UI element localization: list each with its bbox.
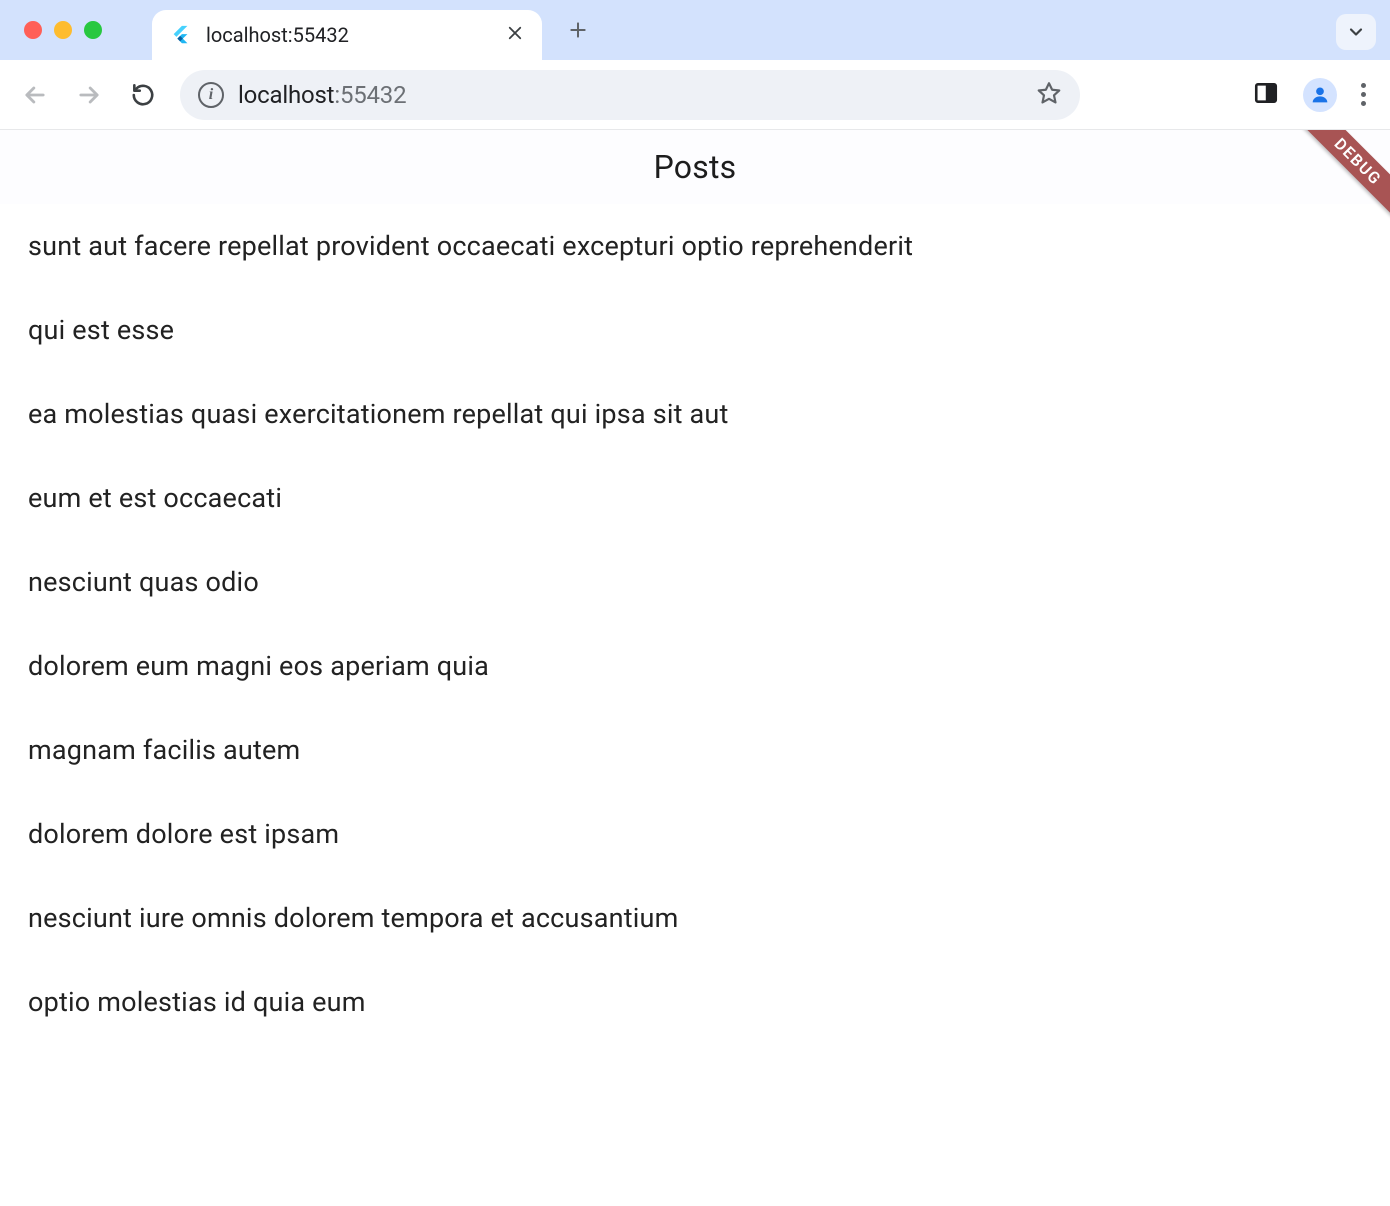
list-item[interactable]: ea molestias quasi exercitationem repell… (28, 372, 1362, 456)
window-controls (24, 21, 102, 39)
tab-strip: localhost:55432 (0, 0, 1390, 60)
chrome-menu-button[interactable] (1361, 83, 1366, 106)
browser-chrome: localhost:55432 i localhos (0, 0, 1390, 130)
omnibox[interactable]: i localhost:55432 (180, 70, 1080, 120)
app-bar: Posts (0, 130, 1390, 204)
list-item[interactable]: dolorem eum magni eos aperiam quia (28, 624, 1362, 708)
window-minimize-button[interactable] (54, 21, 72, 39)
flutter-favicon-icon (170, 24, 192, 46)
app-viewport: DEBUG Posts sunt aut facere repellat pro… (0, 130, 1390, 1206)
reload-button[interactable] (126, 78, 160, 112)
toolbar: i localhost:55432 (0, 60, 1390, 130)
bookmark-star-icon[interactable] (1036, 80, 1062, 110)
tab-close-button[interactable] (506, 23, 524, 48)
list-item[interactable]: sunt aut facere repellat provident occae… (28, 204, 1362, 288)
list-item[interactable]: dolorem dolore est ipsam (28, 792, 1362, 876)
list-item[interactable]: nesciunt iure omnis dolorem tempora et a… (28, 876, 1362, 960)
list-item[interactable]: eum et est occaecati (28, 456, 1362, 540)
post-list[interactable]: sunt aut facere repellat provident occae… (0, 204, 1390, 1044)
browser-tab[interactable]: localhost:55432 (152, 10, 542, 60)
tab-title: localhost:55432 (206, 23, 349, 47)
profile-avatar-icon[interactable] (1303, 78, 1337, 112)
window-close-button[interactable] (24, 21, 42, 39)
list-item[interactable]: optio molestias id quia eum (28, 960, 1362, 1044)
list-item[interactable]: nesciunt quas odio (28, 540, 1362, 624)
list-item[interactable]: magnam facilis autem (28, 708, 1362, 792)
toolbar-right (1253, 78, 1366, 112)
tabs-overflow-button[interactable] (1336, 14, 1376, 50)
omnibox-url: localhost:55432 (238, 81, 406, 109)
window-maximize-button[interactable] (84, 21, 102, 39)
omnibox-port: :55432 (334, 81, 406, 109)
page-title: Posts (654, 148, 737, 186)
forward-button[interactable] (72, 78, 106, 112)
new-tab-button[interactable] (558, 10, 598, 50)
back-button[interactable] (18, 78, 52, 112)
site-info-icon[interactable]: i (198, 82, 224, 108)
list-item[interactable]: qui est esse (28, 288, 1362, 372)
side-panel-icon[interactable] (1253, 80, 1279, 110)
omnibox-host: localhost (238, 81, 334, 109)
